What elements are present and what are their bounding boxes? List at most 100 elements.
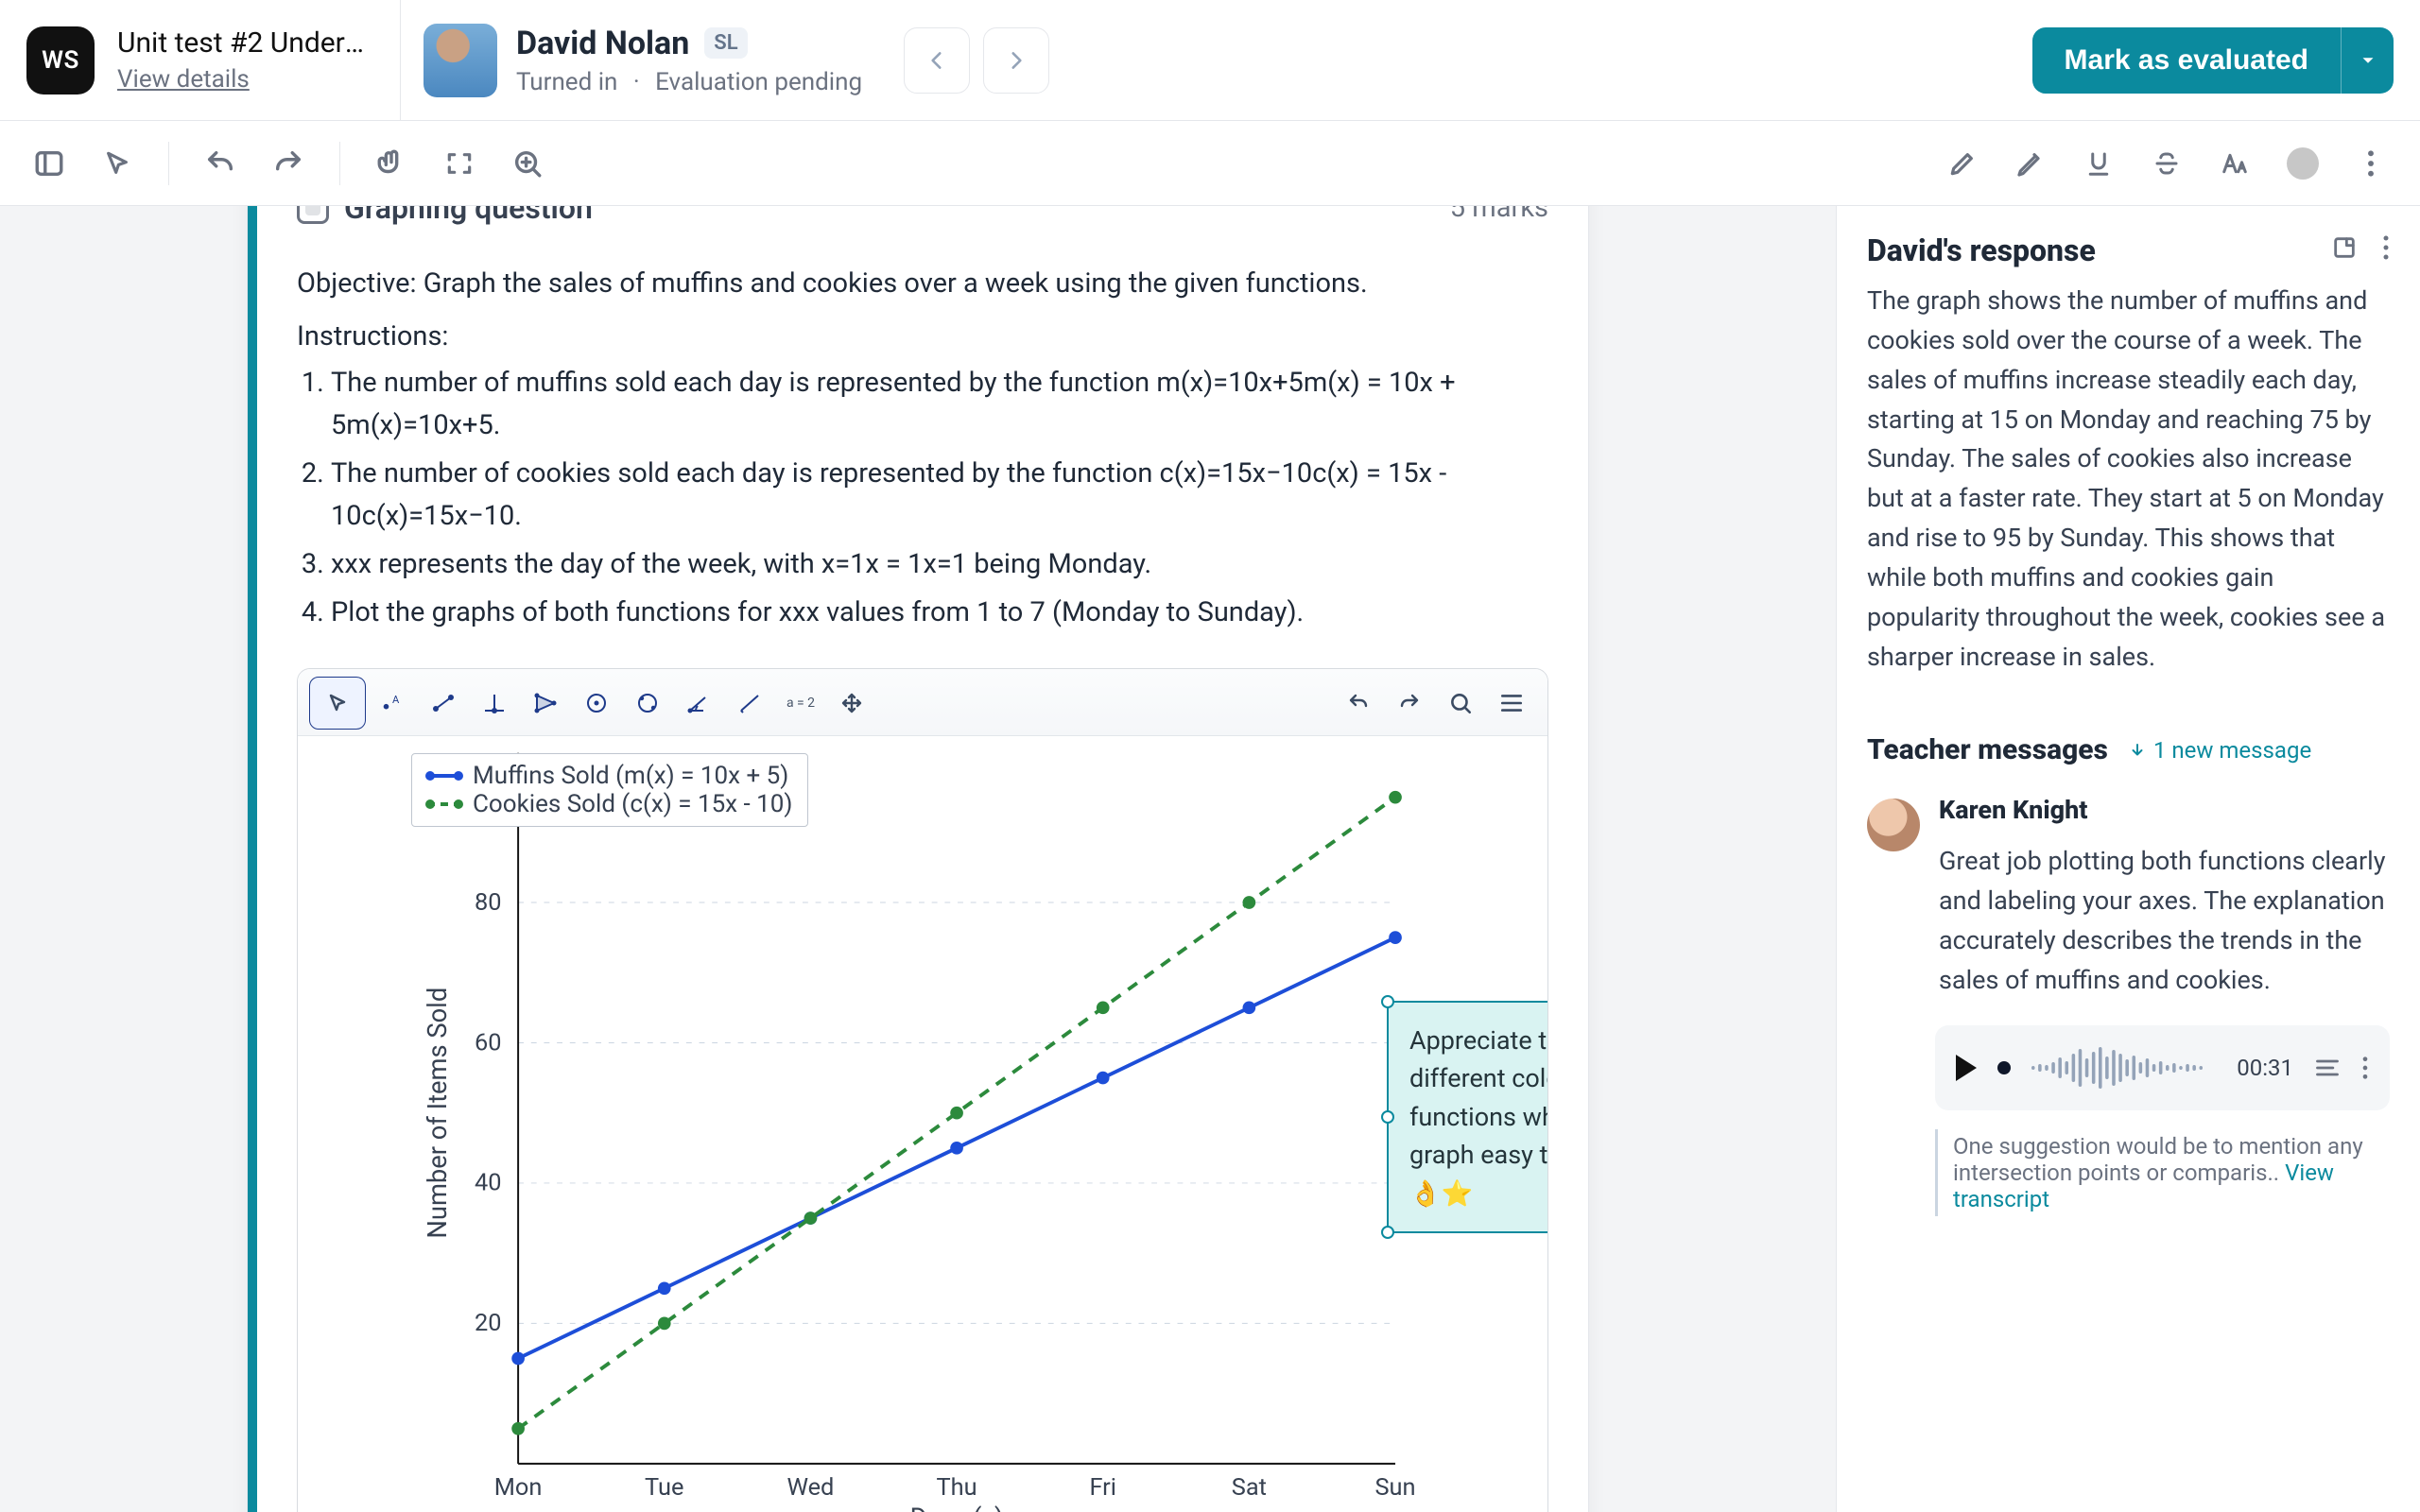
circle-center-icon <box>584 691 609 715</box>
segment-dashed-icon <box>737 692 762 714</box>
assignment-meta: Unit test #2 Underst... View details <box>117 26 377 94</box>
text-style-button[interactable] <box>2212 141 2257 186</box>
undo-button[interactable] <box>198 141 243 186</box>
answer-page: Graphing question 5 marks Objective: Gra… <box>247 206 1589 1512</box>
mark-evaluated-dropdown[interactable] <box>2341 27 2394 94</box>
canvas-area[interactable]: Graphing question 5 marks Objective: Gra… <box>0 206 1836 1512</box>
cursor-icon <box>102 148 132 179</box>
chart-legend: Muffins Sold (m(x) = 10x + 5) Cookies So… <box>411 753 808 827</box>
teacher-message-text: Great job plotting both functions clearl… <box>1939 842 2390 1000</box>
svg-text:20: 20 <box>475 1309 502 1337</box>
underline-button[interactable] <box>2076 141 2121 186</box>
assignment-title: Unit test #2 Underst... <box>117 26 377 60</box>
color-picker-button[interactable] <box>2280 141 2325 186</box>
graph-zoom-button[interactable] <box>1436 677 1485 730</box>
graph-redo-button[interactable] <box>1385 677 1434 730</box>
more-tools-button[interactable] <box>2348 141 2394 186</box>
graph-pointer-tool[interactable] <box>309 677 366 730</box>
student-name: David Nolan <box>516 25 689 62</box>
resize-handle[interactable] <box>1381 995 1394 1008</box>
student-avatar[interactable] <box>424 24 497 97</box>
student-status: Turned in · Evaluation pending <box>516 68 862 96</box>
kebab-icon <box>2367 147 2375 180</box>
graph-toolbar: A <box>298 669 1547 736</box>
next-student-button[interactable] <box>983 27 1049 94</box>
top-header: WS Unit test #2 Underst... View details … <box>0 0 2420 121</box>
annotation-sticky[interactable]: Appreciate the use of different colors f… <box>1387 1001 1548 1234</box>
legend-entry-muffins: Muffins Sold (m(x) = 10x + 5) <box>427 762 792 790</box>
prev-student-button[interactable] <box>904 27 970 94</box>
hand-icon <box>375 147 407 180</box>
svg-text:Tue: Tue <box>645 1473 683 1502</box>
graph-move-tool[interactable] <box>827 677 876 730</box>
student-level-badge: SL <box>704 27 747 59</box>
teacher-messages-title: Teacher messages <box>1867 733 2108 766</box>
fit-screen-button[interactable] <box>437 141 482 186</box>
student-block: David Nolan SL Turned in · Evaluation pe… <box>424 24 862 97</box>
playhead-dot[interactable] <box>1997 1061 2011 1074</box>
pen-tool-button[interactable] <box>1940 141 1985 186</box>
chevron-left-icon <box>925 48 949 73</box>
svg-text:Sat: Sat <box>1232 1473 1267 1502</box>
text-aa-icon <box>2221 149 2249 178</box>
kebab-icon <box>2361 1055 2369 1081</box>
graph-circle-tool[interactable] <box>572 677 621 730</box>
pencil-tool-button[interactable] <box>2008 141 2053 186</box>
svg-text:Fri: Fri <box>1089 1473 1115 1502</box>
redo-button[interactable] <box>266 141 311 186</box>
undo-icon <box>204 147 236 180</box>
svg-text:Days (x): Days (x) <box>910 1503 1004 1512</box>
student-nav <box>904 27 1049 94</box>
transcript-button[interactable] <box>2314 1057 2341 1079</box>
polygon-icon <box>533 692 558 714</box>
graph-line-tool[interactable] <box>419 677 468 730</box>
new-message-badge[interactable]: 1 new message <box>2129 737 2311 764</box>
menu-icon <box>1499 693 1524 713</box>
maximize-icon <box>444 148 475 179</box>
teacher-name: Karen Knight <box>1939 795 2390 825</box>
resize-handle[interactable] <box>1381 1110 1394 1124</box>
svg-text:Wed: Wed <box>786 1473 834 1502</box>
graph-segment-tool[interactable] <box>725 677 774 730</box>
graph-ellipse-tool[interactable] <box>623 677 672 730</box>
graph-slider-tool[interactable]: a = 2 <box>776 677 825 730</box>
question-objective: Objective: Graph the sales of muffins an… <box>297 267 1548 300</box>
svg-text:Thu: Thu <box>937 1473 977 1502</box>
question-marks: 5 marks <box>1450 206 1548 224</box>
zoom-in-button[interactable] <box>505 141 550 186</box>
workspace-logo[interactable]: WS <box>26 26 95 94</box>
new-message-label: 1 new message <box>2153 737 2311 764</box>
graphing-widget: A <box>297 668 1548 1512</box>
graph-polygon-tool[interactable] <box>521 677 570 730</box>
sidebar-toggle-button[interactable] <box>26 141 72 186</box>
mark-evaluated-button[interactable]: Mark as evaluated <box>2032 27 2341 94</box>
strikethrough-button[interactable] <box>2144 141 2189 186</box>
divider <box>339 142 340 185</box>
graph-angle-tool[interactable] <box>674 677 723 730</box>
graph-point-tool[interactable]: A <box>368 677 417 730</box>
select-tool-button[interactable] <box>95 141 140 186</box>
pencil-icon <box>2015 148 2046 179</box>
instruction-item: The number of muffins sold each day is r… <box>331 362 1548 447</box>
conic-icon <box>634 691 661 715</box>
svg-text:60: 60 <box>475 1028 502 1057</box>
expand-response-button[interactable] <box>2331 234 2358 267</box>
response-panel-title: David's response <box>1867 232 2096 268</box>
graph-undo-button[interactable] <box>1334 677 1383 730</box>
view-details-link[interactable]: View details <box>117 65 377 94</box>
response-more-button[interactable] <box>2382 233 2390 268</box>
graph-menu-button[interactable] <box>1487 677 1536 730</box>
chart-svg[interactable]: 20406080MonTueWedThuFriSatSunDays (x)Num… <box>309 744 1530 1512</box>
instruction-item: Plot the graphs of both functions for xx… <box>331 592 1548 634</box>
waveform[interactable] <box>2031 1046 2216 1090</box>
evaluation-pending-label: Evaluation pending <box>655 68 862 96</box>
legend-label: Muffins Sold (m(x) = 10x + 5) <box>473 762 788 790</box>
search-icon <box>1448 691 1473 715</box>
graph-perpendicular-tool[interactable] <box>470 677 519 730</box>
legend-label: Cookies Sold (c(x) = 15x - 10) <box>473 790 792 818</box>
play-button[interactable] <box>1956 1055 1977 1081</box>
angle-icon <box>686 692 711 714</box>
undo-icon <box>1346 692 1371 714</box>
voice-more-button[interactable] <box>2361 1055 2369 1081</box>
pan-tool-button[interactable] <box>369 141 414 186</box>
